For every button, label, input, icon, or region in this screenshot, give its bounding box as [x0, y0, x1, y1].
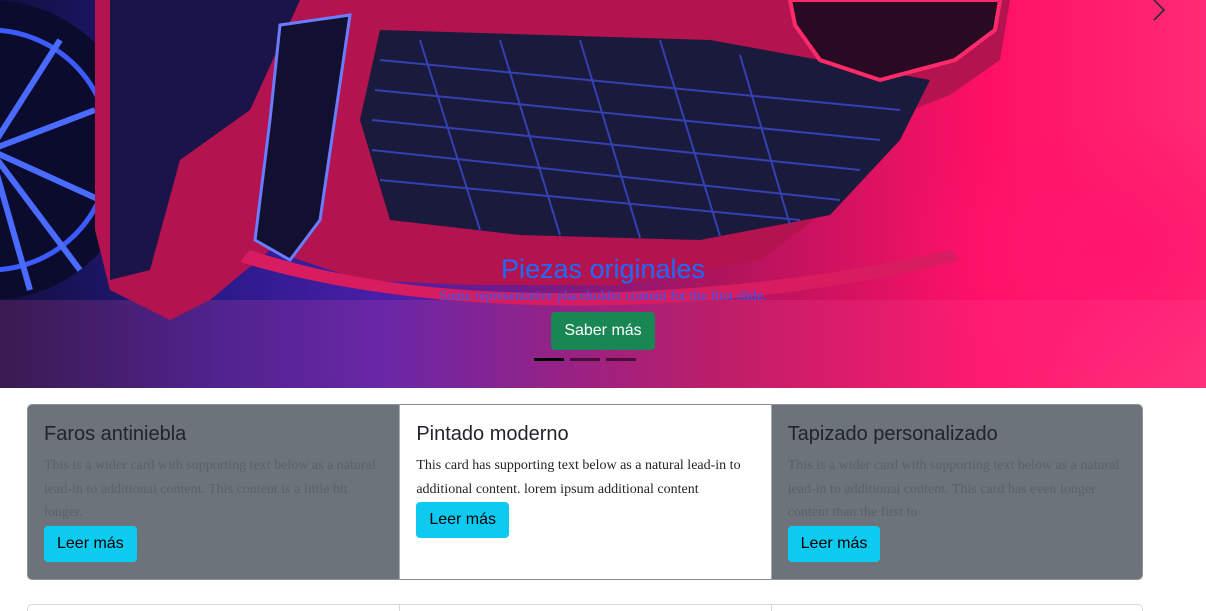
card-placeholder — [399, 605, 770, 611]
card-title: Tapizado personalizado — [787, 423, 998, 445]
carousel-heading: Piezas originales — [500, 254, 706, 284]
leer-mas-button[interactable]: Leer más — [416, 502, 510, 538]
saber-mas-button[interactable]: Saber más — [551, 312, 655, 350]
hero-carousel: Piezas originales Some representative pl… — [0, 0, 1206, 388]
card-placeholder — [28, 605, 399, 611]
chevron-right-icon — [1153, 0, 1166, 21]
carousel-indicator-2[interactable] — [570, 358, 600, 361]
card-pintado-moderno: Pintado moderno This card has supporting… — [399, 405, 771, 579]
card-placeholder — [770, 605, 1142, 611]
card-tapizado-personalizado: Tapizado personalizado This is a wider c… — [770, 405, 1142, 579]
carousel-caption: Piezas originales Some representative pl… — [0, 252, 1206, 350]
card-faros-antiniebla: Faros antiniebla This is a wider card wi… — [28, 405, 400, 579]
card-group: Faros antiniebla This is a wider card wi… — [27, 404, 1143, 580]
leer-mas-button[interactable]: Leer más — [787, 526, 881, 562]
card-text: This is a wider card with supporting tex… — [787, 458, 1120, 520]
carousel-indicators — [534, 358, 636, 361]
carousel-indicator-1[interactable] — [534, 358, 564, 361]
card-text: This is a wider card with supporting tex… — [44, 458, 376, 520]
leer-mas-button[interactable]: Leer más — [44, 526, 137, 562]
card-title: Pintado moderno — [416, 423, 569, 445]
second-card-group — [27, 604, 1143, 611]
card-text: This card has supporting text below as a… — [416, 458, 741, 497]
carousel-next-button[interactable] — [1148, 0, 1178, 24]
carousel-indicator-3[interactable] — [606, 358, 636, 361]
carousel-text: Some representative placeholder content … — [439, 289, 767, 304]
card-title: Faros antiniebla — [44, 423, 187, 445]
